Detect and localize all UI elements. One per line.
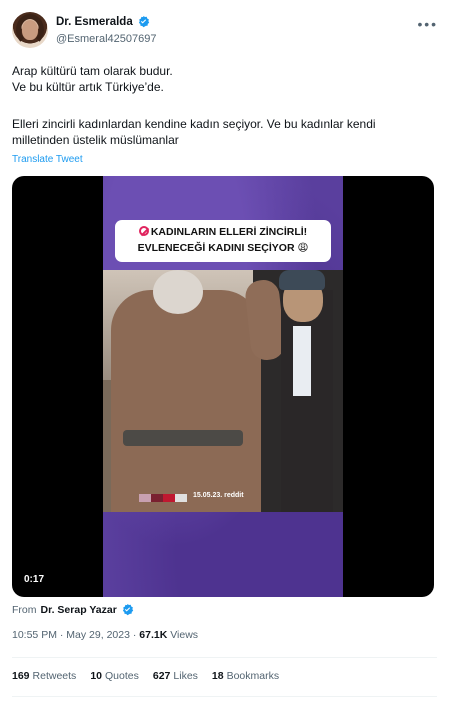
quotes-count: 10 [90,670,102,682]
scene-man-right-shirt [293,326,311,396]
video-banner-text: KADINLARIN ELLERİ ZİNCİRLİ! [150,226,308,238]
video-banner: KADINLARIN ELLERİ ZİNCİRLİ! EVLENECEĞİ K… [115,220,331,262]
quotes-stat[interactable]: 10 Quotes [90,670,139,682]
bookmarks-stat[interactable]: 18 Bookmarks [212,670,279,682]
translate-tweet-link[interactable]: Translate Tweet [12,154,83,165]
author-display-name[interactable]: Dr. Esmeralda [56,16,133,28]
bookmarks-count: 18 [211,670,224,682]
tweet-text-line: milletinden üstelik müslümanlar [12,133,179,147]
divider [12,657,437,658]
video-banner-line2: EVLENECEĞİ KADINI SEÇİYOR 😩 [137,242,309,254]
source-prefix: From [12,603,37,616]
likes-stat[interactable]: 627 Likes [153,670,198,682]
scene-man-back [111,290,261,512]
retweets-label: Retweets [32,670,77,682]
video-frame[interactable]: KADINLARIN ELLERİ ZİNCİRLİ! EVLENECEĞİ K… [103,176,343,597]
divider [12,696,437,697]
tweet-header: Dr. Esmeralda @Esmeral42507697 • • • [12,12,437,52]
tweet-time[interactable]: 10:55 PM [12,629,57,641]
retweets-count: 169 [12,670,30,682]
scene-man-right-cap [279,270,325,290]
likes-count: 627 [152,670,171,682]
scene-man-right [281,290,333,512]
prohibited-icon [138,226,149,236]
avatar[interactable] [12,12,48,48]
tweet-meta: 10:55 PM · May 29, 2023 · 67.1K Views [12,629,198,641]
video-stamp: 15.05.23. reddit [193,492,244,499]
likes-label: Likes [173,670,198,682]
author-handle[interactable]: @Esmeral42507697 [56,33,156,45]
video-scene: 15.05.23. reddit [103,270,343,512]
video-banner-line1: KADINLARIN ELLERİ ZİNCİRLİ! [115,224,331,240]
source-author-link[interactable]: Dr. Serap Yazar [41,604,117,616]
quotes-label: Quotes [105,670,139,682]
source-attribution: From Dr. Serap Yazar [12,603,134,616]
views-label: Views [170,629,199,641]
tweet-text-line: Arap kültürü tam olarak budur. [12,64,173,78]
retweets-stat[interactable]: 169 Retweets [12,670,76,682]
author-name-row: Dr. Esmeralda [56,15,150,28]
video-player[interactable]: KADINLARIN ELLERİ ZİNCİRLİ! EVLENECEĞİ K… [12,176,434,597]
meta-separator: · [132,629,137,641]
scene-color-strip [139,494,187,502]
video-duration: 0:17 [24,574,45,585]
engagement-stats: 169 Retweets 10 Quotes 627 Likes 18 Bookmark… [12,670,279,682]
verified-badge-icon [122,603,133,616]
bookmarks-label: Bookmarks [226,670,280,682]
scene-head [153,270,203,314]
views-count: 67.1K [139,629,168,641]
avatar-face [22,20,38,40]
verified-badge-icon [138,15,149,28]
meta-separator: · [59,629,64,641]
scene-belt [123,430,243,446]
tweet-text-line: Ve bu kültür artık Türkiye’de. [12,80,164,94]
more-options-icon[interactable]: • • • [418,16,437,32]
tweet-text-line: Elleri zincirli kadınlardan kendine kadı… [12,117,376,131]
tweet-date[interactable]: May 29, 2023 [66,629,130,641]
